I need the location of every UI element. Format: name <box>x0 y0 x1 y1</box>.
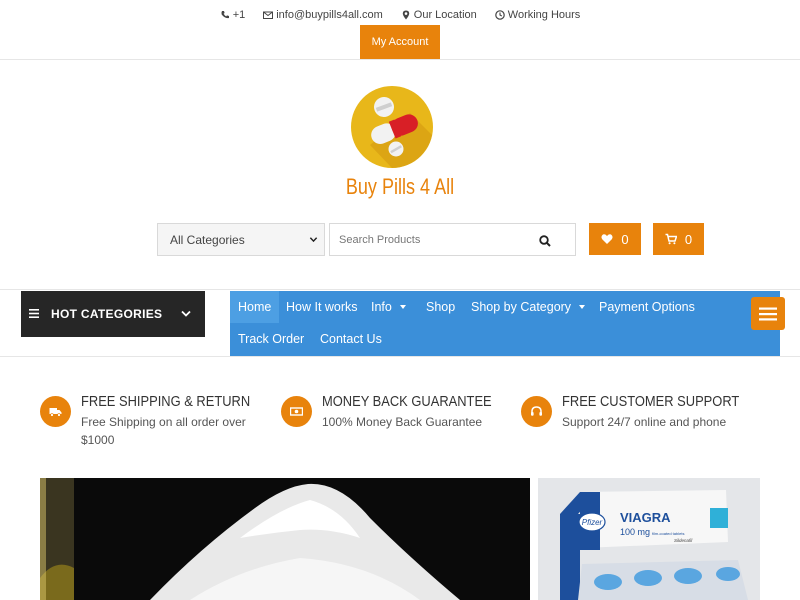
feature-desc-line: Free Shipping on all order over <box>81 415 246 429</box>
feature-desc-line: $1000 <box>81 433 115 447</box>
cart-button[interactable]: 0 <box>653 223 704 255</box>
email-link[interactable]: info@buypills4all.com <box>263 9 383 21</box>
brand-text: VIAGRA <box>620 510 671 525</box>
caret-down-icon <box>399 305 406 309</box>
location-text: Our Location <box>413 9 477 21</box>
hamburger-menu-button[interactable] <box>751 297 785 330</box>
dose-text: 100 mg <box>620 527 650 537</box>
nav-label: Payment Options <box>599 300 695 314</box>
viagra-box-image: Pfizer VIAGRA 100 mg film-coated tablets… <box>538 478 760 600</box>
nav-label: Track Order <box>238 332 305 346</box>
nav-item-shop[interactable]: Shop <box>418 291 463 323</box>
feature-customer-support: FREE CUSTOMER SUPPORT Support 24/7 onlin… <box>521 393 761 453</box>
cart-count: 0 <box>684 231 693 247</box>
hamburger-icon <box>759 307 777 320</box>
phone-text: +1 <box>232 9 246 21</box>
nav-item-shop-by-category[interactable]: Shop by Category <box>463 291 593 323</box>
maker-text: Pfizer <box>582 518 603 527</box>
hot-categories-label: HOT CATEGORIES <box>51 307 163 321</box>
category-select[interactable]: All Categories <box>157 223 325 256</box>
nav-item-payment-options[interactable]: Payment Options <box>591 291 703 323</box>
email-text: info@buypills4all.com <box>276 9 383 21</box>
wishlist-button[interactable]: 0 <box>589 223 641 255</box>
side-banner[interactable]: Pfizer VIAGRA 100 mg film-coated tablets… <box>538 478 760 600</box>
nav-item-contact-us[interactable]: Contact Us <box>312 323 390 355</box>
site-logo[interactable] <box>350 85 434 169</box>
feature-money-back: MONEY BACK GUARANTEE 100% Money Back Gua… <box>281 393 501 453</box>
nav-label: Info <box>371 300 392 314</box>
chevron-down-icon <box>309 237 318 243</box>
cart-icon <box>665 233 677 245</box>
phone-link[interactable]: +1 <box>220 9 246 21</box>
nav-label: How It works <box>286 300 358 314</box>
feature-title: FREE SHIPPING & RETURN <box>81 393 251 410</box>
feature-description: Support 24/7 online and phone <box>562 413 726 431</box>
feature-icon-circle <box>521 396 552 427</box>
envelope-icon <box>263 11 274 19</box>
site-title[interactable]: Buy Pills 4 All <box>318 174 482 200</box>
search-icon[interactable] <box>539 235 551 247</box>
truck-icon <box>49 408 62 417</box>
phone-icon <box>221 11 229 19</box>
feature-desc-line: Support 24/7 online and phone <box>562 415 727 429</box>
nav-item-info[interactable]: Info <box>363 291 414 323</box>
hours-link[interactable]: Working Hours <box>494 9 581 21</box>
search-input[interactable]: Search Products <box>329 223 576 256</box>
powder-image <box>40 478 460 600</box>
feature-title: MONEY BACK GUARANTEE <box>322 393 492 410</box>
hot-categories-toggle[interactable]: HOT CATEGORIES <box>21 291 205 337</box>
chevron-down-icon <box>181 310 191 317</box>
menu-icon <box>29 309 39 318</box>
nav-item-how-it-works[interactable]: How It works <box>278 291 366 323</box>
nav-label: Contact Us <box>320 332 382 346</box>
my-account-button[interactable]: My Account <box>360 25 440 59</box>
nav-label: Shop by Category <box>471 300 572 314</box>
nav-label: Shop <box>426 300 456 314</box>
category-selected-value: All Categories <box>170 232 245 247</box>
feature-description: 100% Money Back Guarantee <box>322 413 482 431</box>
headset-icon <box>531 406 542 416</box>
heart-icon <box>601 234 613 244</box>
hours-text: Working Hours <box>507 9 581 21</box>
feature-title: FREE CUSTOMER SUPPORT <box>562 393 740 410</box>
feature-free-shipping: FREE SHIPPING & RETURN Free Shipping on … <box>40 393 270 453</box>
generic-text: Sildenafil <box>674 538 693 543</box>
search-placeholder: Search Products <box>339 233 421 246</box>
clock-icon <box>494 10 505 20</box>
hero-banner[interactable] <box>40 478 530 600</box>
location-link[interactable]: Our Location <box>401 9 477 21</box>
main-nav: Home How It works Info Shop Shop by Cate… <box>230 291 780 356</box>
subtitle-text: film-coated tablets <box>652 531 684 536</box>
nav-item-track-order[interactable]: Track Order <box>230 323 312 355</box>
feature-icon-circle <box>281 396 312 427</box>
money-icon <box>290 407 303 416</box>
feature-description: Free Shipping on all order over $1000 <box>81 413 246 449</box>
feature-icon-circle <box>40 396 71 427</box>
wishlist-count: 0 <box>621 231 629 247</box>
nav-label: Home <box>238 300 272 314</box>
nav-item-home[interactable]: Home <box>230 291 280 323</box>
map-marker-icon <box>402 10 409 20</box>
feature-desc-line: 100% Money Back Guarantee <box>322 415 483 429</box>
caret-down-icon <box>579 305 586 309</box>
contact-links: +1 info@buypills4all.com Our Location Wo… <box>0 9 800 21</box>
